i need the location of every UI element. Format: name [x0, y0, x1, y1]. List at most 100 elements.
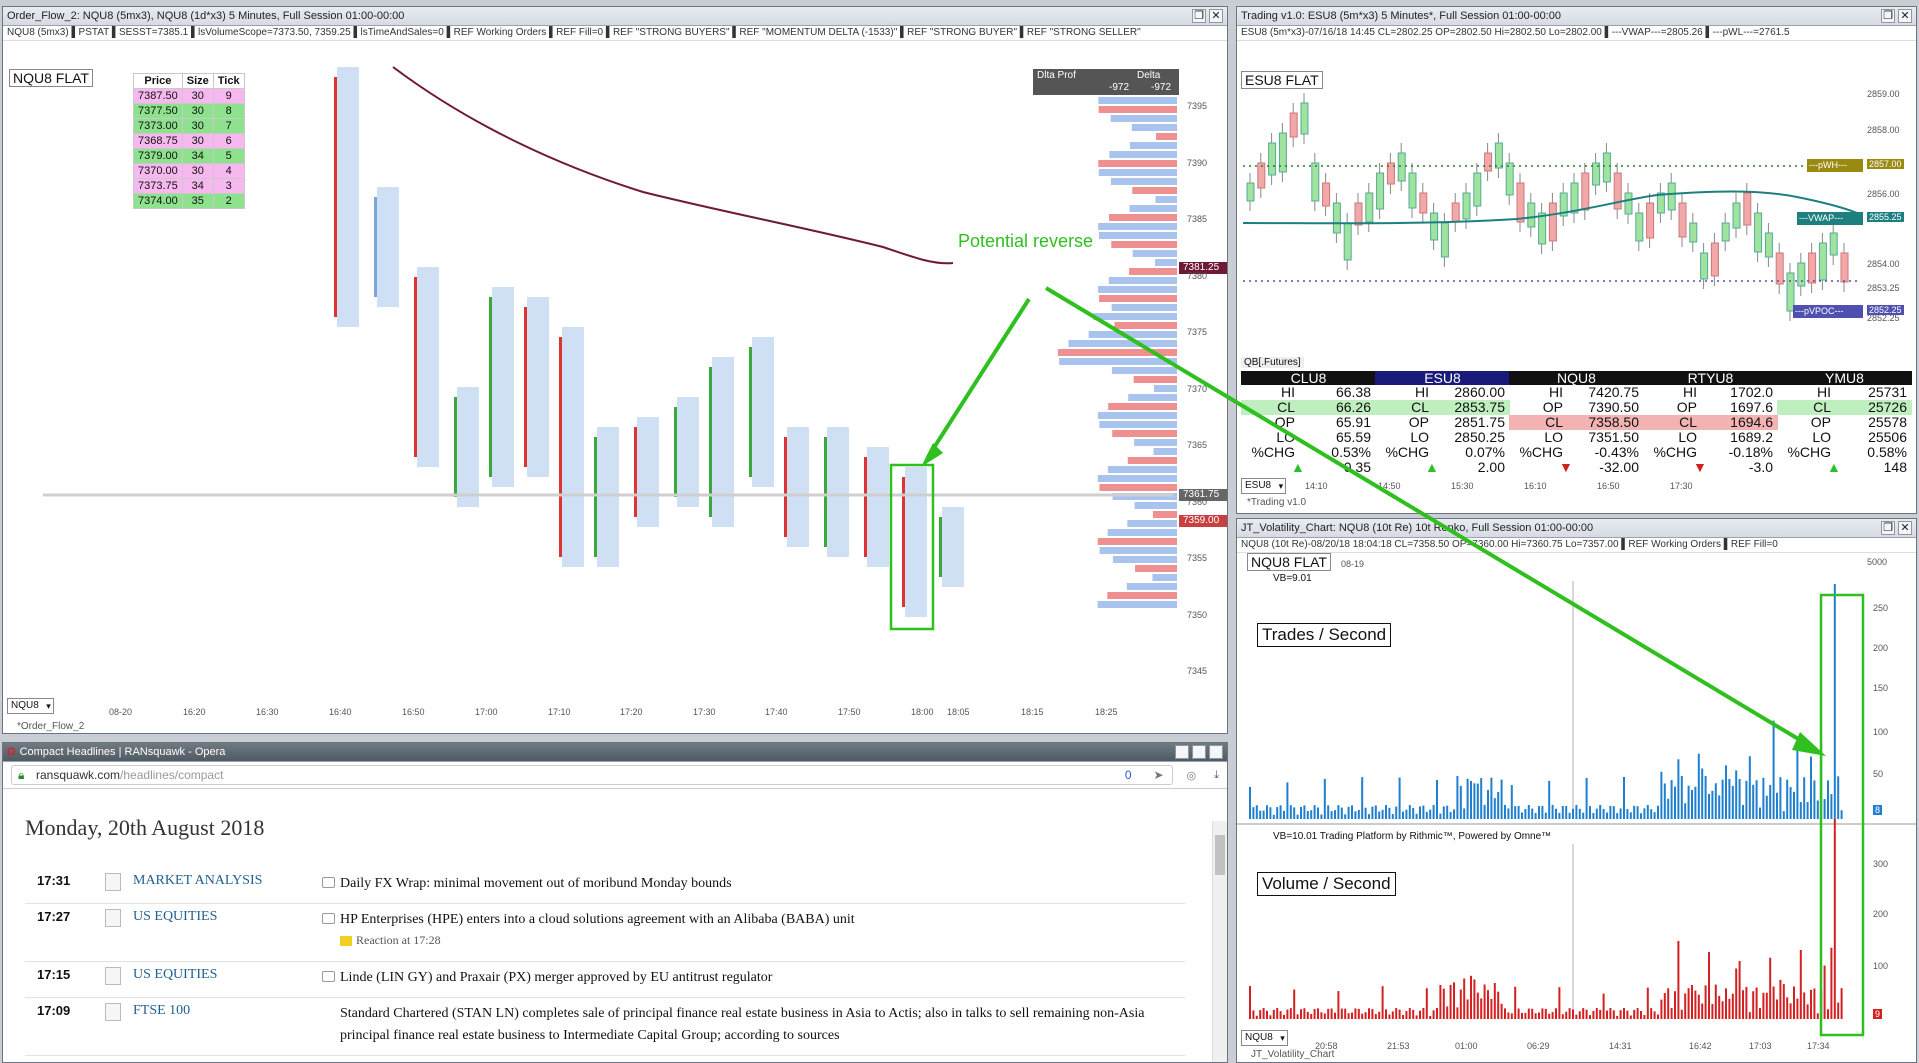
cell-tick: 6: [212, 133, 245, 149]
send-icon[interactable]: ➤: [1153, 766, 1163, 784]
quote-symbol: CLU8: [1241, 371, 1376, 385]
trades-bar: [1684, 803, 1687, 819]
headline-text[interactable]: Daily FX Wrap: minimal movement out of m…: [340, 873, 1160, 895]
volume-bar: [1476, 992, 1479, 1019]
scrollbar[interactable]: [1212, 821, 1227, 1062]
quote-column-esu8[interactable]: ESU8 HI 2860.00 CL 2853.75 OP 2851.75 LO 2850.25…: [1375, 371, 1510, 475]
candle-body: [1300, 102, 1309, 135]
sync-icon[interactable]: ◎: [1187, 769, 1197, 782]
quote-value: 0.53%: [1331, 444, 1371, 460]
volume-bar: [1337, 991, 1340, 1019]
working-order-row[interactable]: 7373.00 30 7: [133, 118, 245, 134]
trades-bar: [1653, 812, 1656, 819]
browser-titlebar[interactable]: O Compact Headlines | RANsquawk - Opera …: [3, 743, 1227, 762]
quote-row: HI 1702.0: [1643, 385, 1778, 400]
trades-bar: [1745, 780, 1748, 819]
candle-body: [1343, 222, 1352, 261]
cell-size: 35: [181, 193, 214, 209]
volume-bar: [1283, 1014, 1285, 1019]
restore-icon[interactable]: ❐: [1192, 9, 1206, 23]
volume-bar: [1507, 1012, 1510, 1019]
trades-bar: [1255, 805, 1258, 819]
headline-row[interactable]: 17:27 US EQUITIES HP Enterprises (HPE) ent…: [25, 903, 1185, 962]
symbol-dropdown[interactable]: NQU8: [1241, 1030, 1288, 1046]
document-icon[interactable]: [105, 909, 121, 927]
quote-column-rtyu8[interactable]: RTYU8 HI 1702.0 OP 1697.6 CL 1694.6 LO 1689.2 %CH…: [1643, 371, 1778, 475]
address-bar[interactable]: 🔒︎ ransquawk.com/headlines/compact 0 ➤: [11, 765, 1173, 785]
moving-average-line: [392, 66, 954, 265]
quote-value: 1697.6: [1730, 399, 1773, 415]
quote-column-clu8[interactable]: CLU8 HI 66.38 CL 66.26 OP 65.91 LO 65.59 %CHG 0.53…: [1241, 371, 1376, 475]
volume-bar: [1470, 975, 1472, 1019]
trades-bar: [1650, 809, 1653, 819]
volume-profile-bar: [1099, 295, 1177, 302]
working-order-row[interactable]: 7368.75 30 6: [133, 133, 245, 149]
working-order-row[interactable]: 7374.00 35 2: [133, 193, 245, 209]
headline-row[interactable]: 17:31 MARKET ANALYSIS Daily FX Wrap: minim…: [25, 867, 1185, 904]
order-flow-titlebar[interactable]: Order_Flow_2: NQU8 (5mx3), NQU8 (1d*x3) …: [3, 7, 1227, 26]
scrollbar-thumb[interactable]: [1215, 835, 1225, 875]
trades-bar: [1521, 812, 1523, 819]
working-order-row[interactable]: 7379.00 34 5: [133, 148, 245, 164]
quote-value: 1694.6: [1730, 414, 1773, 430]
headline-text[interactable]: Standard Chartered (STAN LN) completes s…: [340, 1003, 1160, 1047]
volume-bar: [1487, 990, 1489, 1019]
working-order-row[interactable]: 7373.75 34 3: [133, 178, 245, 194]
headline-text[interactable]: Linde (LIN GY) and Praxair (PX) merger a…: [340, 967, 1160, 989]
quote-value: 25506: [1868, 429, 1907, 445]
trades-bar: [1833, 584, 1836, 819]
document-icon[interactable]: [105, 967, 121, 985]
document-icon[interactable]: [105, 1003, 121, 1021]
volume-profile-bar: [1111, 367, 1177, 374]
close-icon[interactable]: ✕: [1209, 9, 1223, 23]
restore-icon[interactable]: ❐: [1881, 9, 1895, 23]
volume-bar: [1517, 1008, 1520, 1019]
trading-tab[interactable]: *Trading v1.0: [1247, 497, 1306, 508]
volume-profile-bar: [1098, 160, 1177, 167]
download-icon[interactable]: ⤓: [1214, 769, 1219, 782]
quoteboard-tab[interactable]: QB[.Futures]: [1241, 357, 1304, 368]
volume-bar: [1385, 1009, 1387, 1019]
headline-text[interactable]: HP Enterprises (HPE) enters into a cloud…: [340, 909, 1160, 931]
volume-profile-bar: [1127, 457, 1177, 464]
trades-bar: [1449, 811, 1452, 819]
document-icon[interactable]: [105, 873, 121, 891]
quote-column-ymu8[interactable]: YMU8 HI 25731 CL 25726 OP 25578 LO 25506 %CHG 0.58…: [1777, 371, 1912, 475]
candle-body: [1700, 252, 1709, 280]
headline-category[interactable]: US EQUITIES: [133, 909, 217, 925]
volume-profile-bar: [1152, 511, 1177, 518]
volume-bar: [1833, 819, 1836, 1019]
order-flow-tab[interactable]: *Order_Flow_2: [17, 721, 84, 732]
working-order-row[interactable]: 7377.50 30 8: [133, 103, 245, 119]
volume-bar: [1606, 1010, 1608, 1019]
trading-titlebar[interactable]: Trading v1.0: ESU8 (5m*x3) 5 Minutes*, F…: [1237, 7, 1916, 26]
volume-bar: [1646, 987, 1649, 1019]
minimize-icon[interactable]: –: [1175, 745, 1189, 759]
working-order-row[interactable]: 7387.50 30 9: [133, 88, 245, 104]
trades-bar: [1599, 805, 1602, 819]
candle-body: [414, 277, 417, 457]
volume-bar: [1565, 1011, 1568, 1019]
headline-category[interactable]: MARKET ANALYSIS: [133, 873, 262, 889]
quote-field: OP: [1542, 399, 1563, 415]
symbol-dropdown[interactable]: ESU8: [1241, 478, 1287, 494]
restore-icon[interactable]: ❐: [1192, 745, 1206, 759]
quote-column-nqu8[interactable]: NQU8 HI 7420.75 OP 7390.50 CL 7358.50 LO 7351.50…: [1509, 371, 1644, 475]
headline-row[interactable]: 17:15 US EQUITIES Linde (LIN GY) and Praxa…: [25, 961, 1185, 998]
symbol-dropdown[interactable]: NQU8: [7, 698, 54, 714]
headline-category[interactable]: FTSE 100: [133, 1003, 190, 1019]
adblock-badge[interactable]: 0: [1125, 766, 1132, 784]
volume-bar: [1589, 1015, 1591, 1019]
trades-bar: [1453, 809, 1455, 819]
headline-category[interactable]: US EQUITIES: [133, 967, 217, 983]
trades-bar: [1810, 756, 1812, 819]
working-order-row[interactable]: 7370.00 30 4: [133, 163, 245, 179]
close-icon[interactable]: ✕: [1209, 745, 1223, 759]
trades-bar: [1323, 778, 1326, 819]
trades-bar: [1330, 811, 1333, 819]
close-icon[interactable]: ✕: [1898, 9, 1912, 23]
time-axis-label: 18:15: [1021, 707, 1044, 717]
trades-bar: [1813, 780, 1816, 819]
headline-row[interactable]: 17:09 FTSE 100 Standard Chartered (STAN LN…: [25, 997, 1185, 1056]
signal-icon: [322, 913, 335, 924]
